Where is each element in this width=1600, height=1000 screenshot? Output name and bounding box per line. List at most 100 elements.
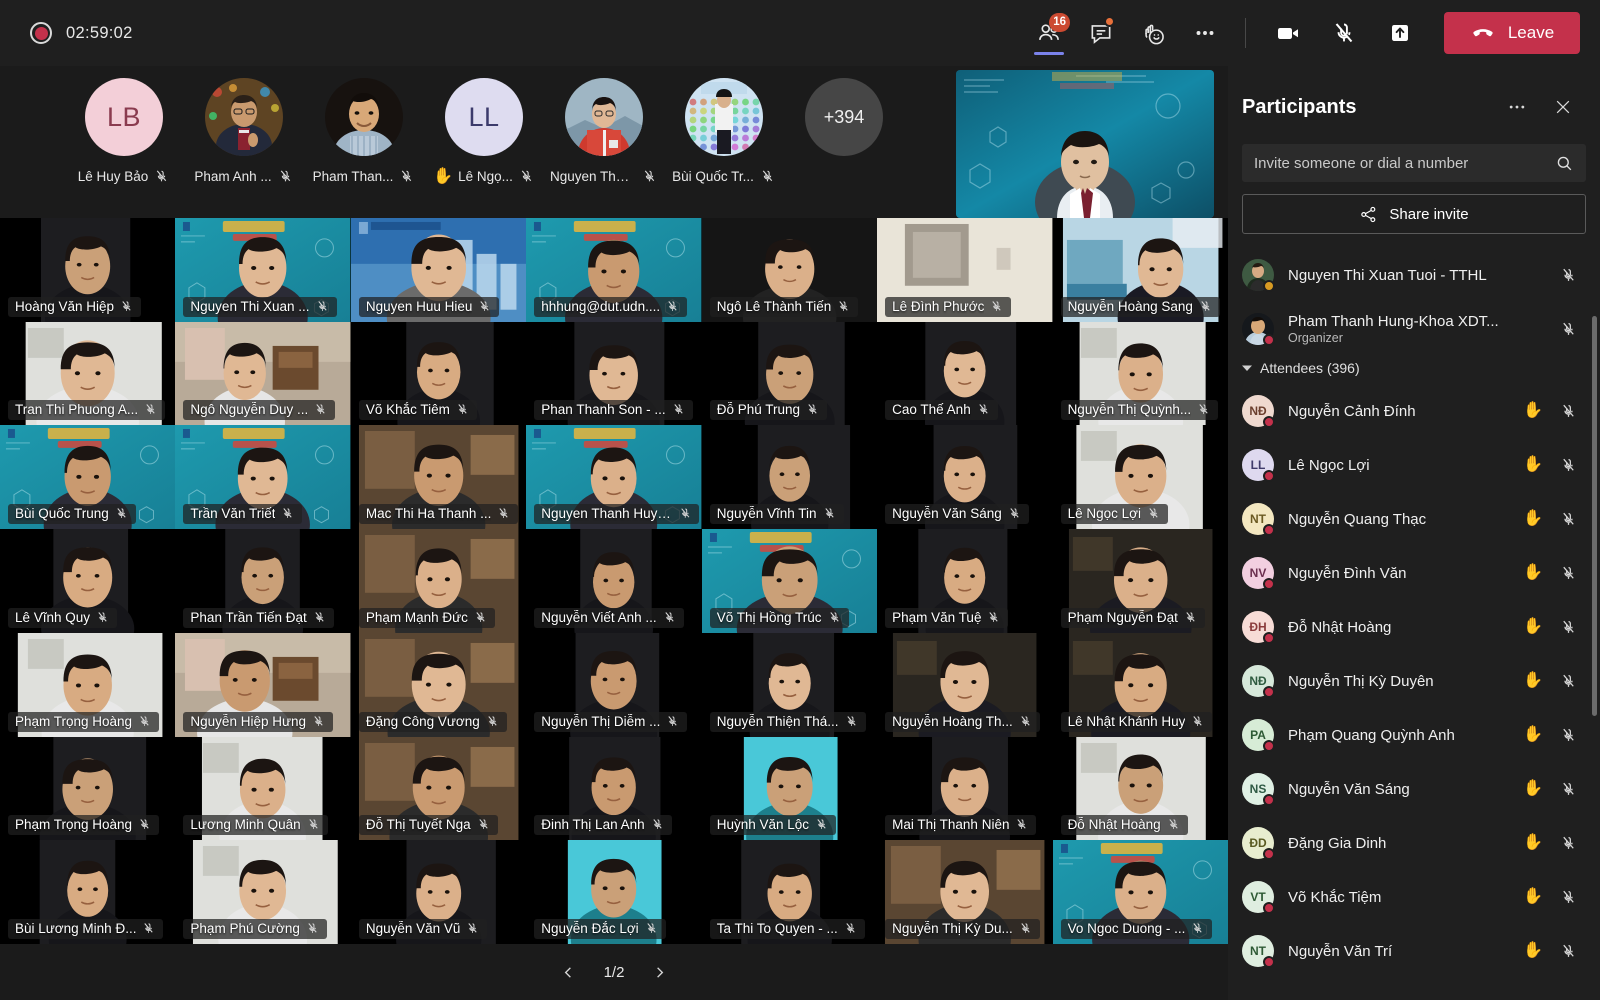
- video-tile[interactable]: Nguyễn Hoàng Th...: [877, 632, 1053, 737]
- recording-timer: 02:59:02: [66, 23, 133, 42]
- video-tile[interactable]: Mai Thị Thanh Niên: [877, 736, 1053, 841]
- video-tile[interactable]: Hoàng Văn Hiệp: [0, 218, 176, 322]
- video-tile[interactable]: hhhung@dut.udn....: [526, 218, 702, 322]
- video-tile[interactable]: Bùi Quốc Trung: [0, 425, 176, 530]
- video-tile[interactable]: Nguyễn Vĩnh Tin: [701, 425, 878, 530]
- filmstrip-participant[interactable]: LL ✋ Lê Ngọ...: [424, 78, 544, 185]
- video-tile[interactable]: Đinh Thị Lan Anh: [526, 736, 702, 841]
- next-page-button[interactable]: [646, 959, 672, 985]
- filmstrip-participant[interactable]: Pham Anh ...: [184, 78, 304, 185]
- video-tile[interactable]: Nguyễn Hiệp Hưng: [175, 632, 351, 737]
- attendees-section-header[interactable]: Attendees (396): [1228, 356, 1600, 384]
- participant-row[interactable]: LL Lê Ngọc Lợi ✋: [1228, 438, 1600, 492]
- mic-muted-icon: [479, 819, 488, 830]
- raised-hand-icon: ✋: [1523, 888, 1543, 905]
- share-screen-button[interactable]: [1372, 11, 1428, 55]
- avatar: PA: [1242, 719, 1275, 752]
- search-input[interactable]: [1254, 154, 1555, 172]
- video-tile[interactable]: Nguyen Thi Xuan ...: [175, 218, 351, 322]
- video-tile[interactable]: Lê Vĩnh Quy: [0, 529, 176, 633]
- video-tile[interactable]: Mac Thi Ha Thanh ...: [350, 425, 527, 530]
- filmstrip-participant[interactable]: Bùi Quốc Tr...: [664, 78, 784, 185]
- video-tile-name: Nguyễn Đắc Lợi: [541, 921, 639, 936]
- video-tile[interactable]: Phạm Trọng Hoàng: [0, 632, 176, 737]
- video-tile[interactable]: Nguyen Thanh Huye...: [526, 425, 702, 530]
- mic-muted-icon: [140, 715, 149, 726]
- previous-page-button[interactable]: [556, 959, 582, 985]
- video-tile[interactable]: Nguyễn Văn Sáng: [877, 425, 1053, 530]
- video-tile[interactable]: Phạm Mạnh Đức: [350, 529, 527, 633]
- video-tile[interactable]: Nguyễn Thị Quỳnh...: [1052, 321, 1228, 426]
- filmstrip-participant[interactable]: Nguyen Thanh ...: [544, 78, 664, 185]
- panel-more-button[interactable]: [1502, 92, 1532, 122]
- video-tile[interactable]: Nguyen Huu Hieu: [350, 218, 527, 322]
- video-tile[interactable]: Đỗ Phú Trung: [701, 321, 878, 426]
- leave-button[interactable]: Leave: [1444, 12, 1580, 54]
- video-tile[interactable]: Lê Nhật Khánh Huy: [1052, 632, 1228, 737]
- video-tile[interactable]: Ngô Lê Thành Tiến: [701, 218, 878, 322]
- video-tile[interactable]: Phan Trần Tiến Đạt: [175, 529, 351, 633]
- video-tile[interactable]: Phạm Trọng Hoàng: [0, 736, 176, 841]
- video-tile[interactable]: Phan Thanh Son - ...: [526, 321, 702, 426]
- video-tile[interactable]: Huỳnh Văn Lộc: [701, 736, 878, 841]
- video-tile-label: Nguyen Thi Xuan ...: [183, 296, 337, 317]
- video-tile[interactable]: Võ Thị Hồng Trúc: [701, 529, 878, 633]
- participant-row[interactable]: NT Nguyễn Quang Thạc ✋: [1228, 492, 1600, 546]
- video-tile[interactable]: Phạm Văn Tuệ: [877, 529, 1053, 633]
- video-tile[interactable]: Đỗ Thị Tuyết Nga: [350, 736, 527, 841]
- mic-muted-icon: [1017, 819, 1027, 830]
- video-tile[interactable]: Nguyễn Thị Kỳ Du...: [877, 840, 1053, 944]
- video-tile-name: Nguyễn Hoàng Sang: [1067, 298, 1193, 314]
- video-tile[interactable]: Vo Ngoc Duong - ...: [1052, 840, 1228, 944]
- participant-row[interactable]: Pham Thanh Hung-Khoa XDT... Organizer: [1228, 302, 1600, 356]
- video-tile[interactable]: Đặng Công Vương: [350, 632, 527, 737]
- participant-row[interactable]: ĐH Đỗ Nhật Hoàng ✋: [1228, 600, 1600, 654]
- avatar: ĐD: [1242, 827, 1275, 860]
- video-tile[interactable]: Cao Thế Anh: [877, 321, 1053, 426]
- video-tile[interactable]: Phạm Nguyễn Đạt: [1052, 529, 1228, 633]
- video-tile[interactable]: Phạm Phú Cường: [175, 840, 351, 944]
- video-tile[interactable]: Lương Minh Quân: [175, 736, 351, 841]
- participants-button[interactable]: 16: [1023, 9, 1075, 57]
- participant-row[interactable]: NV Nguyễn Đình Văn ✋: [1228, 546, 1600, 600]
- panel-close-button[interactable]: [1548, 92, 1578, 122]
- self-video-tile[interactable]: [956, 70, 1214, 218]
- video-tile[interactable]: Nguyễn Thiện Thá...: [701, 632, 878, 737]
- participant-row[interactable]: VT Võ Khắc Tiệm ✋: [1228, 870, 1600, 924]
- participant-row[interactable]: NĐ Nguyễn Thị Kỳ Duyên ✋: [1228, 654, 1600, 708]
- more-options-button[interactable]: [1179, 9, 1231, 57]
- filmstrip-overflow[interactable]: +394: [784, 78, 904, 156]
- video-tile[interactable]: Đỗ Nhật Hoàng: [1052, 736, 1228, 841]
- video-tile[interactable]: Bùi Lương Minh Đ...: [0, 840, 176, 944]
- filmstrip-participant[interactable]: LB Lê Huy Bảo: [64, 78, 184, 185]
- video-tile[interactable]: Nguyễn Văn Vũ: [350, 840, 527, 944]
- video-tile[interactable]: Võ Khắc Tiêm: [350, 321, 527, 426]
- invite-search-box[interactable]: [1242, 144, 1586, 182]
- video-tile[interactable]: Trần Văn Triết: [175, 425, 351, 530]
- video-tile[interactable]: Tran Thi Phuong A...: [0, 321, 176, 426]
- video-tile[interactable]: Nguyễn Thị Diễm ...: [526, 632, 702, 737]
- participant-row[interactable]: NT Nguyễn Văn Trí ✋: [1228, 924, 1600, 978]
- filmstrip-participant[interactable]: Pham Than...: [304, 78, 424, 185]
- video-tile[interactable]: Ta Thi To Quyen - ...: [701, 840, 878, 944]
- presence-indicator: [1263, 416, 1275, 428]
- microphone-button[interactable]: [1316, 11, 1372, 55]
- reactions-button[interactable]: [1127, 9, 1179, 57]
- participant-row[interactable]: NĐ Nguyễn Cảnh Đính ✋: [1228, 384, 1600, 438]
- video-tile[interactable]: Nguyễn Viết Anh ...: [526, 529, 702, 633]
- participant-row[interactable]: Nguyen Thi Xuan Tuoi - TTHL: [1228, 248, 1600, 302]
- video-tile[interactable]: Lê Đình Phước: [877, 218, 1053, 322]
- participant-row[interactable]: NS Nguyễn Văn Sáng ✋: [1228, 762, 1600, 816]
- video-tile[interactable]: Nguyễn Đắc Lợi: [526, 840, 702, 944]
- mic-muted-icon: [1563, 620, 1574, 633]
- video-tile[interactable]: Ngô Nguyễn Duy ...: [175, 321, 351, 426]
- video-tile[interactable]: Nguyễn Hoàng Sang: [1052, 218, 1228, 322]
- video-tile-label: Lê Vĩnh Quy: [8, 607, 118, 628]
- camera-button[interactable]: [1260, 11, 1316, 55]
- participant-row[interactable]: ĐD Đặng Gia Dinh ✋: [1228, 816, 1600, 870]
- video-tile[interactable]: Lê Ngọc Lợi: [1052, 425, 1228, 530]
- share-invite-button[interactable]: Share invite: [1242, 194, 1586, 234]
- participant-row[interactable]: PA Phạm Quang Quỳnh Anh ✋: [1228, 708, 1600, 762]
- panel-scrollbar-thumb[interactable]: [1592, 316, 1597, 716]
- chat-button[interactable]: [1075, 9, 1127, 57]
